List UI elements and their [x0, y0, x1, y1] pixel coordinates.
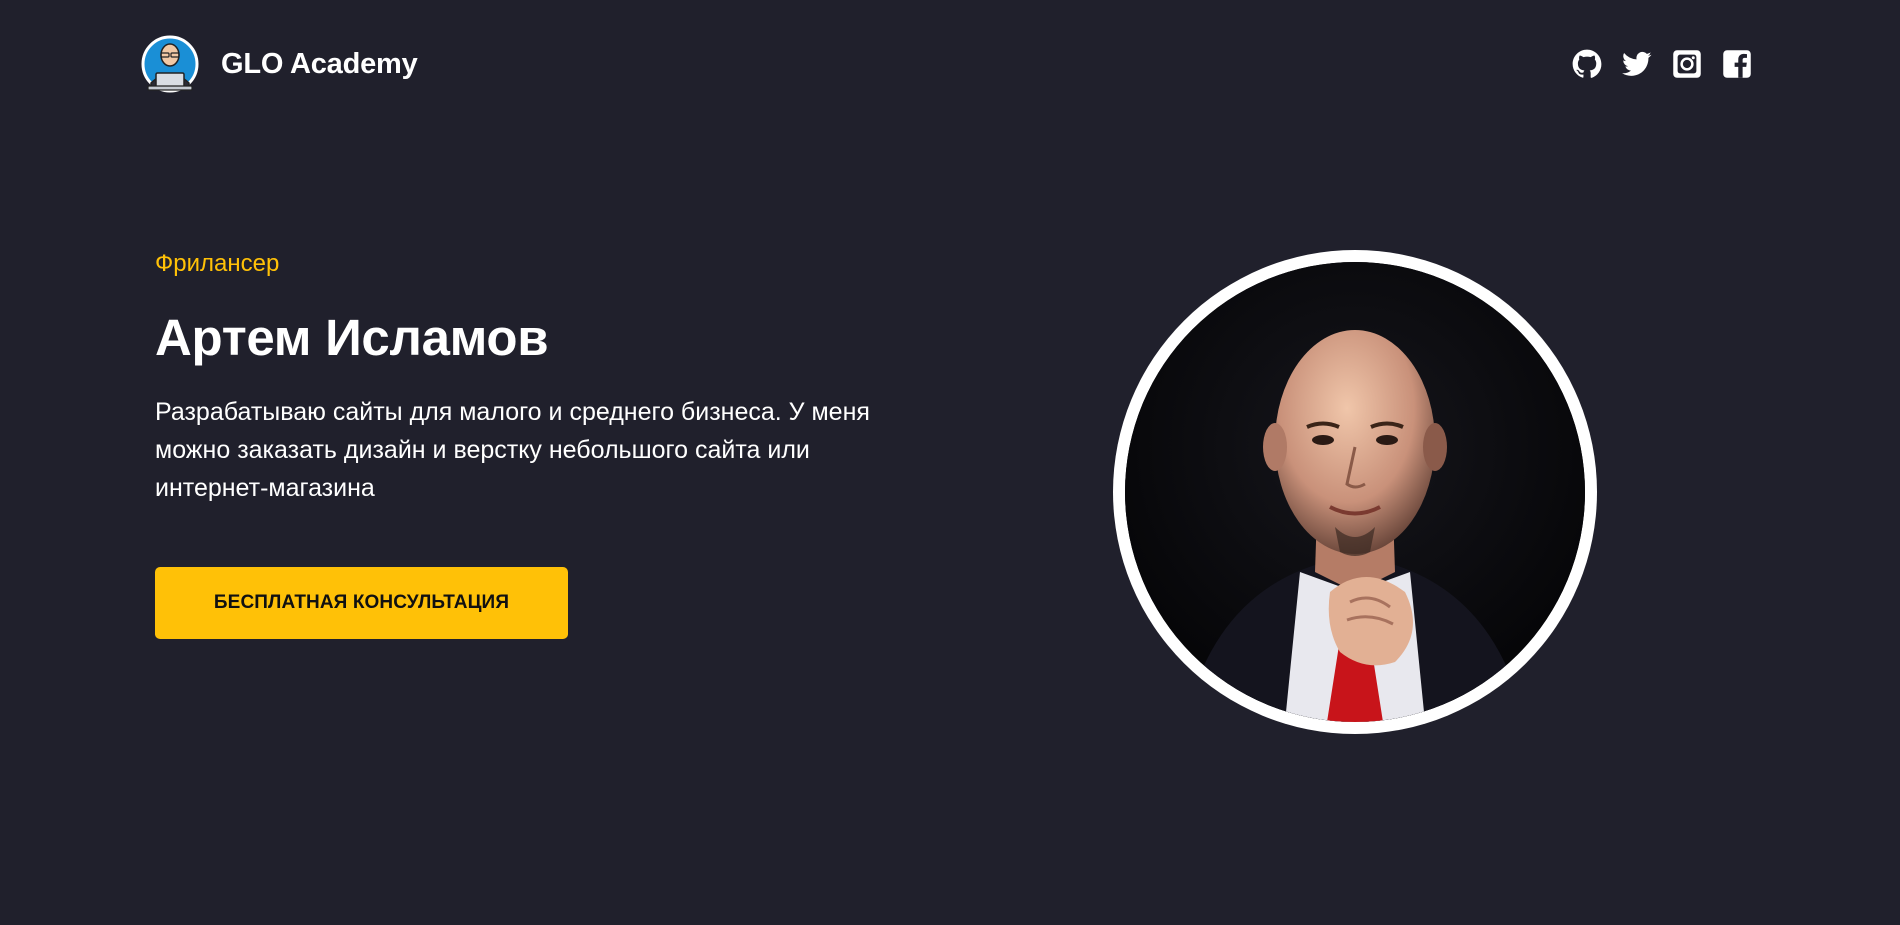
facebook-icon: [1723, 50, 1751, 78]
instagram-icon: [1673, 50, 1701, 78]
hero-role: Фрилансер: [155, 250, 280, 277]
github-link[interactable]: [1572, 49, 1602, 79]
avatar-logo-icon: [141, 35, 199, 93]
instagram-link[interactable]: [1672, 49, 1702, 79]
brand-link[interactable]: GLO Academy: [139, 35, 418, 93]
portrait-photo: [1125, 262, 1585, 722]
github-icon: [1572, 49, 1602, 78]
portrait-image: [1125, 262, 1585, 722]
twitter-link[interactable]: [1622, 49, 1652, 79]
hero-description: Разрабатываю сайты для малого и среднего…: [155, 398, 870, 502]
free-consultation-button[interactable]: БЕСПЛАТНАЯ КОНСУЛЬТАЦИЯ: [155, 567, 568, 639]
social-links: [1572, 49, 1752, 79]
hero-text: Фрилансер Артем Исламов Разрабатываю сай…: [155, 250, 915, 639]
portrait-frame: [1113, 250, 1597, 734]
site-header: GLO Academy: [139, 32, 1752, 96]
twitter-icon: [1622, 51, 1652, 76]
page: GLO Academy Фрилансер Артем Исламов Разр…: [0, 0, 1900, 925]
brand-name: GLO Academy: [221, 47, 418, 80]
facebook-link[interactable]: [1722, 49, 1752, 79]
hero-name: Артем Исламов: [155, 309, 549, 366]
